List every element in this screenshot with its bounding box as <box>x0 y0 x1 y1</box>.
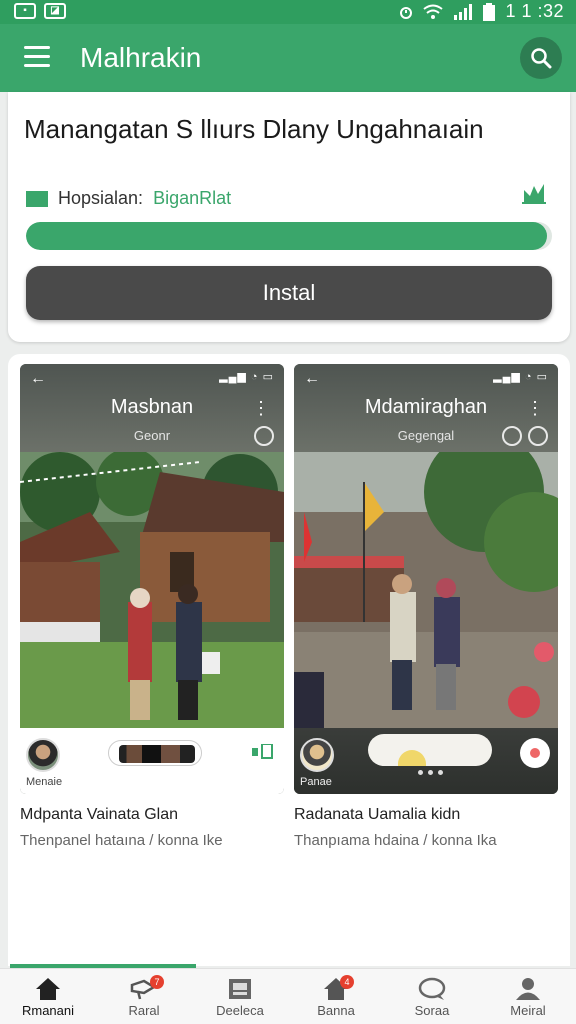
install-progress-bar <box>26 222 552 250</box>
record-icon[interactable] <box>520 738 550 768</box>
media-pill[interactable] <box>108 740 202 766</box>
mini-status-icon: ▂▄▆ ◔ ▭ <box>219 371 274 383</box>
screen-header: ← ▂▄▆ ◔ ▭ Mdamiraghan ⋮ Gegengal <box>294 364 558 452</box>
menu-icon[interactable] <box>24 46 50 68</box>
alarm-icon <box>400 6 413 19</box>
screen-header: ← ▂▄▆ ◔ ▭ Masbnan ⋮ Geonr <box>20 364 284 452</box>
nav-badge: 4 <box>340 975 354 989</box>
footer-name: Menaie <box>26 776 63 788</box>
signal-icon <box>454 3 473 20</box>
back-icon: ← <box>30 370 46 387</box>
chat-icon <box>418 977 446 1000</box>
pager-dots <box>418 770 443 775</box>
screen-title: Mdamiraghan <box>364 396 488 418</box>
nav-label: Deeleca <box>216 1003 264 1018</box>
progress-square-icon <box>26 190 48 207</box>
nav-item-meiral[interactable]: Meiral <box>480 969 576 1024</box>
feed: ← ▂▄▆ ◔ ▭ Masbnan ⋮ Geonr Menaie Mdpanta… <box>8 354 570 966</box>
back-icon: ← <box>304 370 320 387</box>
nav-item-raral[interactable]: 7 Raral <box>96 969 192 1024</box>
battery-icon <box>483 2 496 21</box>
search-icon <box>531 48 552 69</box>
gallery-icon: ◪ <box>44 3 66 19</box>
progress-row: Hopsialan: BiganRlat <box>26 188 231 209</box>
status-time: 1 ‭1 ‬:32 <box>505 1 564 21</box>
status-bar: ▪ ◪ 1 ‭1 ‬:32 <box>0 0 576 24</box>
app-bar: Malhrakin <box>0 24 576 92</box>
nav-label: Banna <box>317 1003 355 1018</box>
nav-item-deeleca[interactable]: Deeleca <box>192 969 288 1024</box>
card-subtitle: Thenpanel hataına / konna Ike <box>20 832 223 849</box>
avatar <box>26 738 60 772</box>
home-icon <box>36 978 60 1000</box>
nav-label: Soraa <box>414 1003 450 1018</box>
screen-footer: Menaie <box>20 728 284 794</box>
screen-footer: Panae <box>294 728 558 794</box>
card-screenshot: ← ▂▄▆ ◔ ▭ Mdamiraghan ⋮ Gegengal Panae <box>294 364 558 794</box>
install-progress-fill <box>26 222 547 250</box>
screen-action-icons <box>502 426 548 446</box>
more-icon: ⋮ <box>526 398 544 418</box>
feed-card[interactable]: ← ▂▄▆ ◔ ▭ Mdamiraghan ⋮ Gegengal Panae R… <box>294 364 558 849</box>
search-button[interactable] <box>520 37 562 79</box>
nav-item-home[interactable]: Rmanani <box>0 969 96 1024</box>
share-icon <box>528 426 548 446</box>
screen-action-icons <box>254 426 274 446</box>
progress-value: BiganRlat <box>153 188 232 208</box>
nav-label: Raral <box>128 1003 160 1018</box>
notification-box-icon: ▪ <box>14 3 36 19</box>
wifi-icon <box>423 4 444 19</box>
card-title: Mdpanta Vainata Glan <box>20 806 179 823</box>
app-title: Malhrakin <box>80 42 202 73</box>
install-button[interactable]: Instal <box>26 266 552 320</box>
image-icon <box>229 979 251 999</box>
more-icon: ⋮ <box>252 398 270 418</box>
feed-card[interactable]: ← ▂▄▆ ◔ ▭ Masbnan ⋮ Geonr Menaie Mdpanta… <box>20 364 284 849</box>
nav-badge: 7 <box>150 975 164 989</box>
progress-label: Hopsialan: <box>58 188 144 208</box>
install-headline: Manangatan S llıurs Dlany Ungahnaıain <box>24 114 484 144</box>
nav-item-banna[interactable]: 4 Banna <box>288 969 384 1024</box>
nav-item-soraa[interactable]: Soraa <box>384 969 480 1024</box>
chart-icon <box>522 184 546 204</box>
mini-status-icon: ▂▄▆ ◔ ▭ <box>493 371 548 383</box>
bottom-nav: Rmanani 7 Raral Deeleca 4 Banna Soraa Me… <box>0 968 576 1024</box>
media-pill[interactable] <box>368 734 492 766</box>
village-photo <box>20 452 284 728</box>
screen-subtitle: Geonr <box>133 428 171 443</box>
install-card: Manangatan S llıurs Dlany Ungahnaıain Ho… <box>8 92 570 342</box>
audio-icon[interactable] <box>252 744 274 760</box>
nav-label: Meiral <box>510 1003 546 1018</box>
share-icon <box>254 426 274 446</box>
screen-title: Masbnan <box>110 396 194 418</box>
avatar <box>300 738 334 772</box>
card-title: Radanata Uamalia kidn <box>294 806 461 823</box>
nav-label: Rmanani <box>21 1003 75 1018</box>
footer-name: Panae <box>300 776 332 788</box>
market-photo <box>294 452 558 728</box>
card-screenshot: ← ▂▄▆ ◔ ▭ Masbnan ⋮ Geonr Menaie <box>20 364 284 794</box>
card-subtitle: Thanpıama hdaina / konna Ika <box>294 832 497 849</box>
profile-icon <box>516 978 540 1000</box>
edit-icon <box>502 426 522 446</box>
